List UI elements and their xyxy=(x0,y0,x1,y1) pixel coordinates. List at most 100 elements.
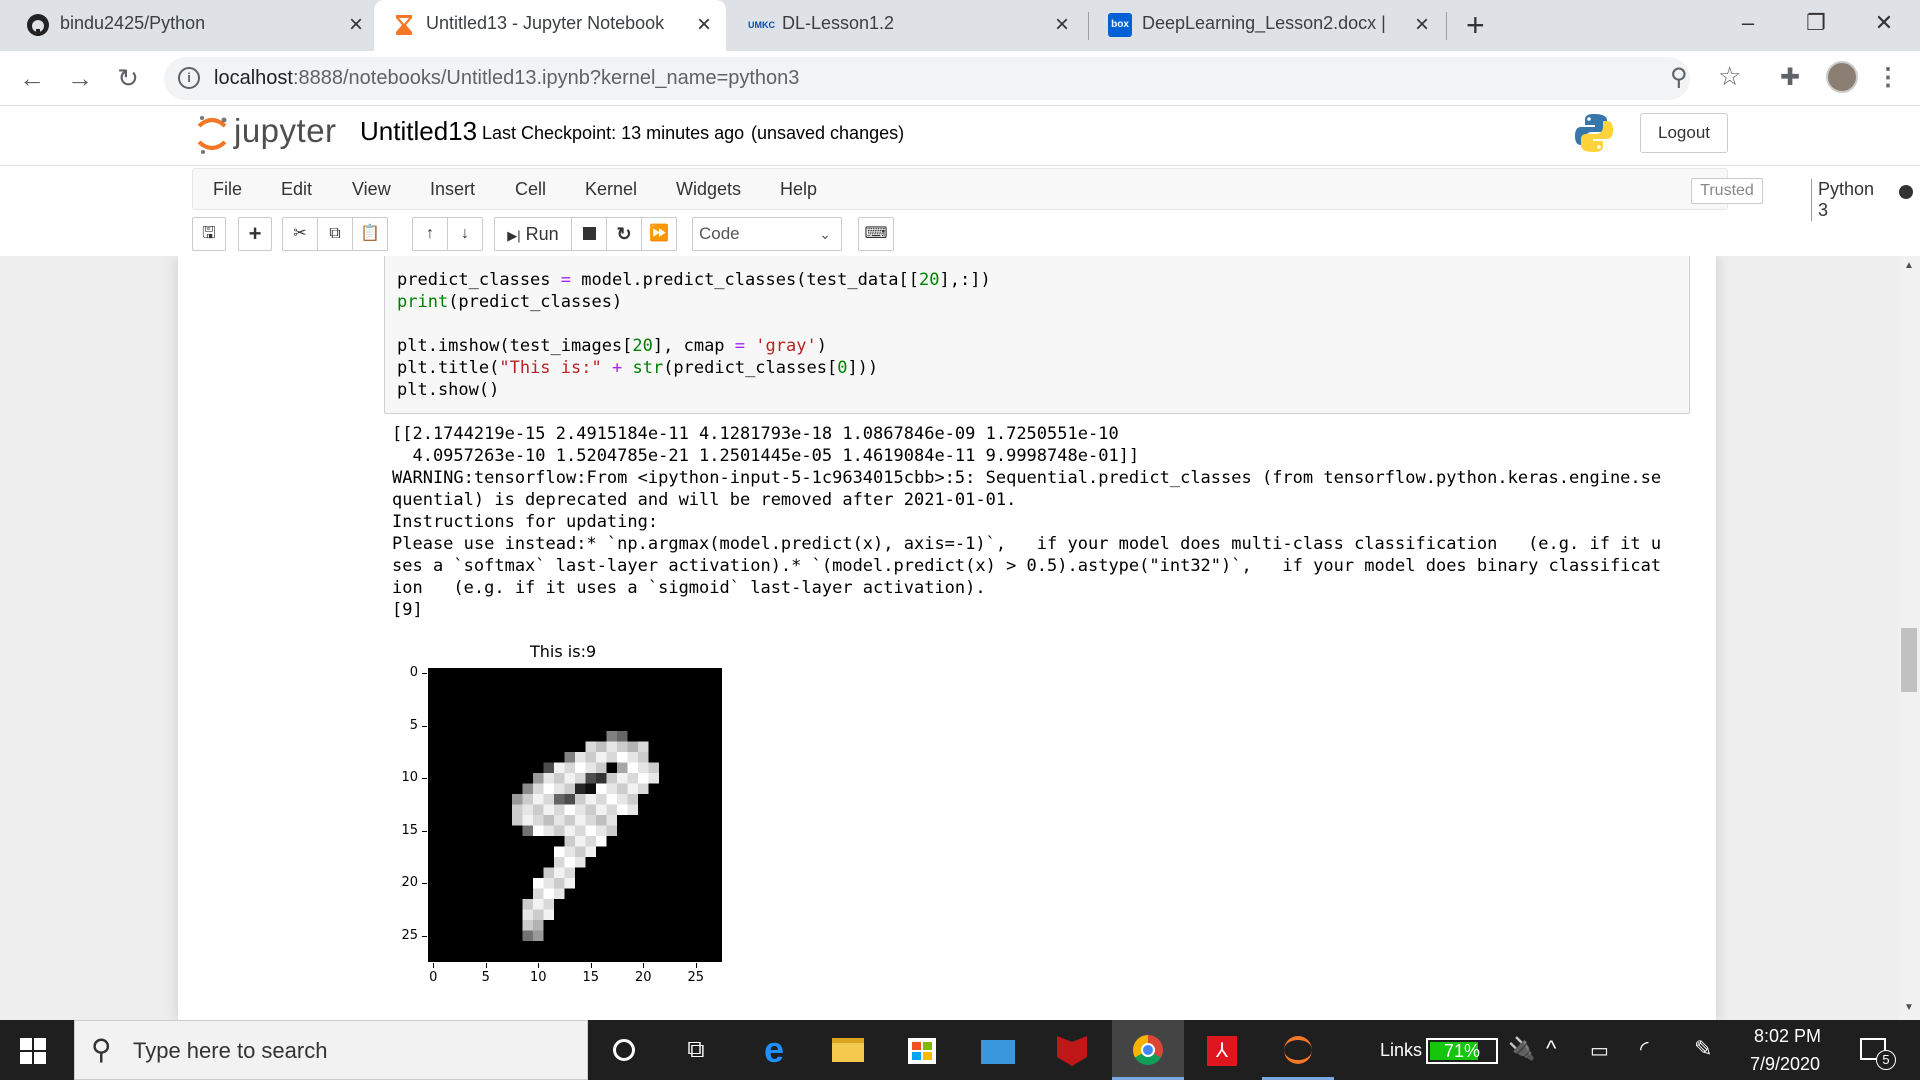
restart-button[interactable]: ↻ xyxy=(606,217,642,251)
code-cell-input[interactable]: predict_classes = model.predict_classes(… xyxy=(384,256,1690,414)
zoom-icon[interactable]: ⚲ xyxy=(1670,63,1688,92)
scrollbar-thumb[interactable] xyxy=(1901,628,1917,692)
save-button[interactable]: 🖫 xyxy=(192,217,226,251)
battery-icon[interactable]: ▭ xyxy=(1590,1038,1609,1063)
output-line: Instructions for updating: xyxy=(392,512,659,532)
address-bar[interactable]: i localhost:8888/notebooks/Untitled13.ip… xyxy=(164,57,1741,100)
jupyter-taskbar-icon[interactable] xyxy=(1262,1020,1334,1080)
trusted-indicator[interactable]: Trusted xyxy=(1691,178,1763,204)
tab-title: bindu2425/Python xyxy=(60,13,206,33)
digit-pixel xyxy=(627,783,638,794)
cut-button[interactable]: ✂ xyxy=(282,217,318,251)
jupyter-logo-icon[interactable] xyxy=(196,112,228,156)
task-view-icon[interactable]: ⧉ xyxy=(660,1020,732,1080)
clock-date[interactable]: 7/9/2020 xyxy=(1750,1054,1820,1075)
digit-pixel xyxy=(627,794,638,805)
store-icon[interactable] xyxy=(886,1020,958,1080)
restore-icon[interactable]: ❐ xyxy=(1788,6,1844,40)
tab-github[interactable]: bindu2425/Python × xyxy=(8,0,370,51)
run-button[interactable]: ▶| Run xyxy=(494,217,572,251)
new-tab-button[interactable]: + xyxy=(1466,8,1485,42)
paste-button[interactable]: 📋 xyxy=(352,217,388,251)
reload-icon[interactable]: ↻ xyxy=(110,60,146,96)
chrome-icon[interactable] xyxy=(1112,1020,1184,1080)
digit-pixel xyxy=(554,804,565,815)
pen-icon[interactable]: ✎ xyxy=(1694,1036,1712,1062)
cortana-icon[interactable] xyxy=(588,1020,660,1080)
digit-pixel xyxy=(533,815,544,826)
menu-file[interactable]: File xyxy=(213,179,242,200)
digit-pixel xyxy=(596,752,607,763)
back-icon[interactable]: ← xyxy=(14,60,50,96)
menu-kernel[interactable]: Kernel xyxy=(585,179,637,200)
chrome-menu-icon[interactable]: ⋮ xyxy=(1870,60,1906,96)
bookmark-star-icon[interactable]: ☆ xyxy=(1718,61,1741,92)
close-tab-icon[interactable]: × xyxy=(1050,12,1074,38)
clock-time[interactable]: 8:02 PM xyxy=(1754,1026,1821,1047)
y-tick-mark xyxy=(422,883,427,885)
digit-pixel xyxy=(606,773,617,784)
minimize-icon[interactable]: – xyxy=(1720,6,1776,40)
copy-button[interactable]: ⧉ xyxy=(317,217,353,251)
menu-view[interactable]: View xyxy=(352,179,391,200)
profile-avatar[interactable] xyxy=(1826,61,1858,93)
links-toolbar[interactable]: Links xyxy=(1380,1040,1422,1061)
digit-pixel xyxy=(575,773,586,784)
jupyter-hourglass-icon xyxy=(396,15,412,35)
mcafee-icon[interactable] xyxy=(1036,1020,1108,1080)
tab-jupyter[interactable]: Untitled13 - Jupyter Notebook × xyxy=(374,0,726,51)
scroll-down-arrow-icon[interactable]: ▼ xyxy=(1904,1002,1914,1013)
wifi-icon[interactable]: ◜ xyxy=(1640,1036,1649,1062)
menu-insert[interactable]: Insert xyxy=(430,179,475,200)
insert-cell-button[interactable]: + xyxy=(238,217,272,251)
digit-pixel xyxy=(627,762,638,773)
digit-pixel xyxy=(638,783,649,794)
digit-pixel xyxy=(554,825,565,836)
chevron-up-icon[interactable]: ^ xyxy=(1546,1036,1556,1062)
stop-icon xyxy=(582,227,596,241)
close-window-icon[interactable]: ✕ xyxy=(1856,6,1912,40)
close-tab-icon[interactable]: × xyxy=(344,12,368,38)
jupyter-logo-text[interactable]: jupyter xyxy=(234,112,337,150)
logout-button[interactable]: Logout xyxy=(1640,113,1728,153)
digit-pixel xyxy=(564,752,575,763)
restart-run-all-button[interactable]: ⏩ xyxy=(641,217,677,251)
digit-pixel xyxy=(543,909,554,920)
menu-cell[interactable]: Cell xyxy=(515,179,546,200)
digit-pixel xyxy=(617,752,628,763)
url-path: :8888/notebooks/Untitled13.ipynb?kernel_… xyxy=(292,67,800,89)
menu-edit[interactable]: Edit xyxy=(281,179,312,200)
digit-pixel xyxy=(512,804,523,815)
y-tick-label: 0 xyxy=(409,665,418,681)
digit-pixel xyxy=(543,867,554,878)
forward-icon[interactable]: → xyxy=(62,60,98,96)
menu-help[interactable]: Help xyxy=(780,179,817,200)
windows-start-icon[interactable] xyxy=(20,1038,46,1064)
close-tab-icon[interactable]: × xyxy=(1410,12,1434,38)
digit-pixel xyxy=(564,804,575,815)
box-icon: box xyxy=(1108,13,1132,37)
move-down-button[interactable]: ↓ xyxy=(447,217,483,251)
mail-icon[interactable] xyxy=(962,1020,1034,1080)
cell-type-select[interactable]: Code ⌄ xyxy=(692,217,842,251)
acrobat-icon[interactable]: ⅄ xyxy=(1186,1020,1258,1080)
extensions-icon[interactable]: ✚ xyxy=(1772,60,1808,96)
digit-pixel xyxy=(554,867,565,878)
info-icon[interactable]: i xyxy=(178,67,200,89)
tab-dl-lesson[interactable]: UMKC DL-Lesson1.2 × xyxy=(730,0,1084,51)
menu-widgets[interactable]: Widgets xyxy=(676,179,741,200)
plot-output: This is:9 0 5 10 15 20 25 0 5 10 15 20 25 xyxy=(388,642,722,985)
interrupt-button[interactable] xyxy=(571,217,607,251)
file-explorer-icon[interactable] xyxy=(812,1020,884,1080)
taskbar-search-box[interactable]: ⚲ Type here to search xyxy=(74,1020,588,1080)
tab-box-doc[interactable]: box DeepLearning_Lesson2.docx | Po × xyxy=(1090,0,1440,51)
command-palette-button[interactable]: ⌨ xyxy=(858,217,894,251)
page-scrollbar[interactable]: ▲ ▼ xyxy=(1898,256,1920,1020)
move-up-button[interactable]: ↑ xyxy=(412,217,448,251)
notebook-name[interactable]: Untitled13 xyxy=(360,116,477,147)
edge-icon[interactable]: e xyxy=(738,1020,810,1080)
close-tab-icon[interactable]: × xyxy=(692,12,716,38)
scroll-up-arrow-icon[interactable]: ▲ xyxy=(1904,260,1914,271)
output-line: [9] xyxy=(392,600,423,620)
search-placeholder: Type here to search xyxy=(133,1038,328,1063)
